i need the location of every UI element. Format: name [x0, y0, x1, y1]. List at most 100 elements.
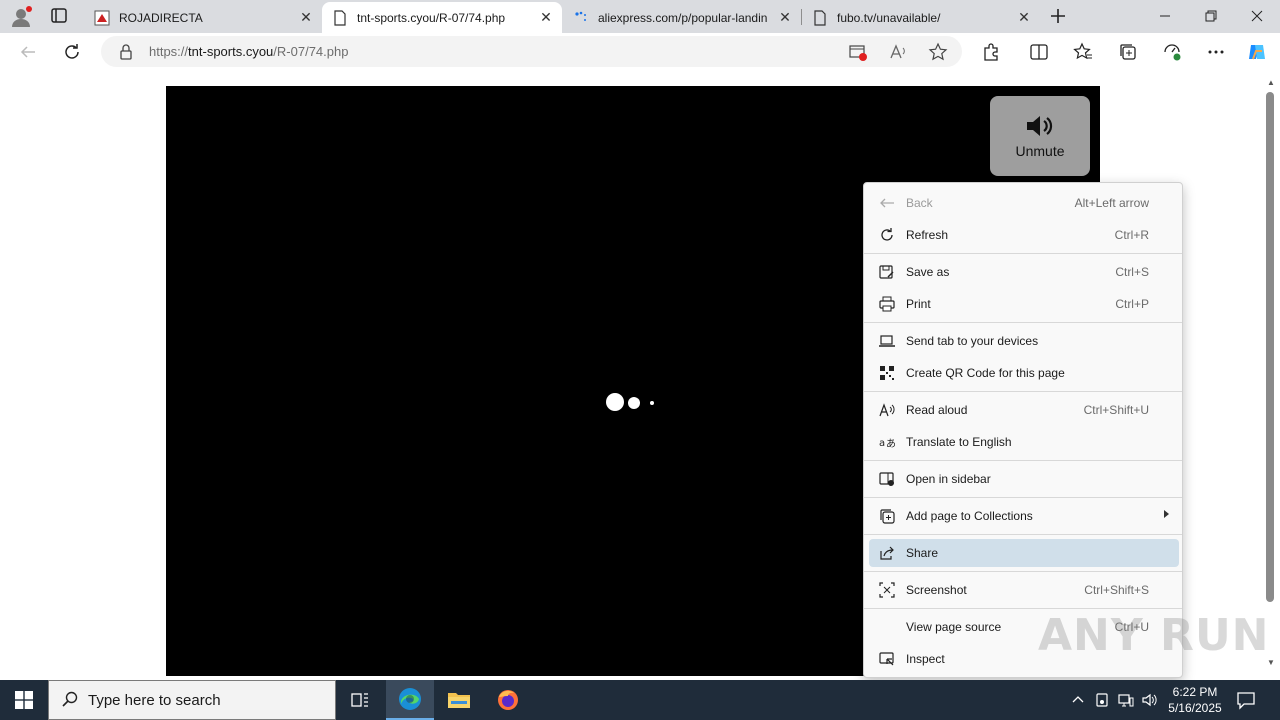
minimize-icon[interactable]: [1155, 6, 1175, 26]
menu-item-save-as[interactable]: Save as Ctrl+S: [869, 258, 1179, 286]
read-aloud-icon: [879, 402, 895, 418]
close-icon[interactable]: ✕: [538, 9, 554, 26]
url-text: https://tnt-sports.cyou/R-07/74.php: [149, 44, 349, 59]
menu-item-refresh[interactable]: Refresh Ctrl+R: [869, 221, 1179, 249]
sidebar-icon: [879, 471, 895, 487]
svg-text:あ: あ: [886, 438, 895, 450]
tab-title: fubo.tv/unavailable/: [837, 10, 941, 25]
tab-aliexpress[interactable]: aliexpress.com/p/popular-landin ✕: [563, 2, 801, 33]
menu-separator: [864, 460, 1182, 461]
share-icon: [879, 545, 895, 561]
tab-strip: ROJADIRECTA ✕ tnt-sports.cyou/R-07/74.ph…: [0, 0, 1280, 33]
windows-taskbar: Type here to search 6:22 PM 5/16/2025: [0, 680, 1280, 720]
close-icon[interactable]: ✕: [1016, 9, 1032, 26]
network-icon[interactable]: [1116, 690, 1136, 710]
close-icon[interactable]: ✕: [777, 9, 793, 26]
firefox-icon[interactable]: [484, 680, 532, 720]
notification-icon[interactable]: [1236, 690, 1258, 710]
tab-title: tnt-sports.cyou/R-07/74.php: [357, 10, 506, 25]
menu-separator: [864, 322, 1182, 323]
page-icon: [332, 9, 348, 26]
favorite-star-icon[interactable]: [928, 42, 948, 62]
taskbar-clock[interactable]: 6:22 PM 5/16/2025: [1162, 684, 1228, 716]
menu-item-read-aloud[interactable]: Read aloud Ctrl+Shift+U: [869, 396, 1179, 424]
menu-item-send-tab[interactable]: Send tab to your devices: [869, 327, 1179, 355]
submenu-arrow-icon: [1164, 510, 1169, 518]
tab-rojadirecta[interactable]: ROJADIRECTA ✕: [84, 2, 322, 33]
menu-item-screenshot[interactable]: Screenshot Ctrl+Shift+S: [869, 576, 1179, 604]
svg-text:a: a: [879, 438, 885, 449]
task-view-icon[interactable]: [336, 680, 384, 720]
windows-start-icon[interactable]: [0, 680, 48, 720]
refresh-icon: [879, 227, 895, 243]
menu-separator: [864, 534, 1182, 535]
extensions-icon[interactable]: [980, 41, 1002, 63]
read-aloud-icon[interactable]: [888, 42, 908, 62]
address-bar[interactable]: https://tnt-sports.cyou/R-07/74.php: [101, 36, 962, 67]
unmute-button[interactable]: Unmute: [990, 96, 1090, 176]
menu-item-translate[interactable]: aあ Translate to English: [869, 428, 1179, 456]
restore-icon[interactable]: [1201, 6, 1221, 26]
collections-icon[interactable]: [1117, 41, 1139, 63]
refresh-icon[interactable]: [61, 41, 83, 63]
copilot-icon[interactable]: [1246, 41, 1268, 63]
edge-app-icon[interactable]: [386, 680, 434, 720]
tab-title: aliexpress.com/p/popular-landin: [598, 10, 768, 25]
blocked-popup-icon[interactable]: [848, 42, 868, 62]
menu-item-open-sidebar[interactable]: Open in sidebar: [869, 465, 1179, 493]
inspect-icon: [879, 651, 895, 667]
clock-time: 6:22 PM: [1172, 685, 1218, 699]
context-menu: Back Alt+Left arrow Refresh Ctrl+R Save …: [863, 182, 1183, 678]
scroll-up-icon[interactable]: ▲: [1267, 78, 1275, 87]
volume-icon[interactable]: [1140, 690, 1160, 710]
rojadirecta-favicon: [94, 10, 110, 26]
file-explorer-icon[interactable]: [435, 680, 483, 720]
new-tab-icon[interactable]: [1048, 6, 1068, 26]
search-placeholder: Type here to search: [88, 691, 221, 709]
more-options-icon[interactable]: [1205, 41, 1227, 63]
close-window-icon[interactable]: [1247, 6, 1267, 26]
loading-icon: [573, 10, 589, 26]
translate-icon: aあ: [879, 434, 896, 450]
menu-separator: [864, 497, 1182, 498]
send-tab-icon: [879, 333, 895, 349]
back-icon[interactable]: [17, 41, 39, 63]
scrollbar-thumb[interactable]: [1266, 92, 1274, 602]
menu-separator: [864, 608, 1182, 609]
tab-actions-icon[interactable]: [50, 7, 70, 25]
menu-separator: [864, 253, 1182, 254]
screenshot-icon: [879, 582, 895, 598]
favorites-icon[interactable]: [1072, 41, 1094, 63]
menu-item-add-collections[interactable]: Add page to Collections: [869, 502, 1179, 530]
menu-separator: [864, 571, 1182, 572]
tab-title: ROJADIRECTA: [119, 10, 203, 25]
taskbar-search-box[interactable]: Type here to search: [48, 680, 336, 720]
tray-device-icon[interactable]: [1092, 690, 1112, 710]
profile-icon[interactable]: [10, 6, 32, 28]
collections-icon: [879, 508, 895, 524]
tab-tnt-sports[interactable]: tnt-sports.cyou/R-07/74.php ✕: [322, 2, 562, 33]
close-icon[interactable]: ✕: [298, 9, 314, 26]
address-toolbar: https://tnt-sports.cyou/R-07/74.php: [0, 33, 1280, 70]
speaker-icon: [1027, 116, 1053, 136]
tab-fubo[interactable]: fubo.tv/unavailable/ ✕: [802, 2, 1040, 33]
split-screen-icon[interactable]: [1028, 41, 1050, 63]
anyrun-watermark: ANY RUN: [1038, 610, 1270, 661]
page-scrollbar[interactable]: ▲ ▼: [1262, 70, 1280, 676]
back-arrow-icon: [879, 195, 895, 211]
search-icon: [62, 691, 78, 710]
save-as-icon: [879, 264, 895, 280]
menu-item-share[interactable]: Share: [869, 539, 1179, 567]
menu-separator: [864, 391, 1182, 392]
page-icon: [812, 9, 828, 26]
print-icon: [879, 296, 895, 312]
menu-item-print[interactable]: Print Ctrl+P: [869, 290, 1179, 318]
menu-item-back[interactable]: Back Alt+Left arrow: [869, 189, 1179, 217]
performance-icon[interactable]: [1161, 41, 1183, 63]
tray-chevron-icon[interactable]: [1068, 690, 1088, 710]
unmute-label: Unmute: [1015, 143, 1065, 159]
menu-item-qr-code[interactable]: Create QR Code for this page: [869, 359, 1179, 387]
lock-icon[interactable]: [119, 44, 133, 63]
qr-code-icon: [879, 365, 895, 381]
clock-date: 5/16/2025: [1168, 701, 1222, 715]
